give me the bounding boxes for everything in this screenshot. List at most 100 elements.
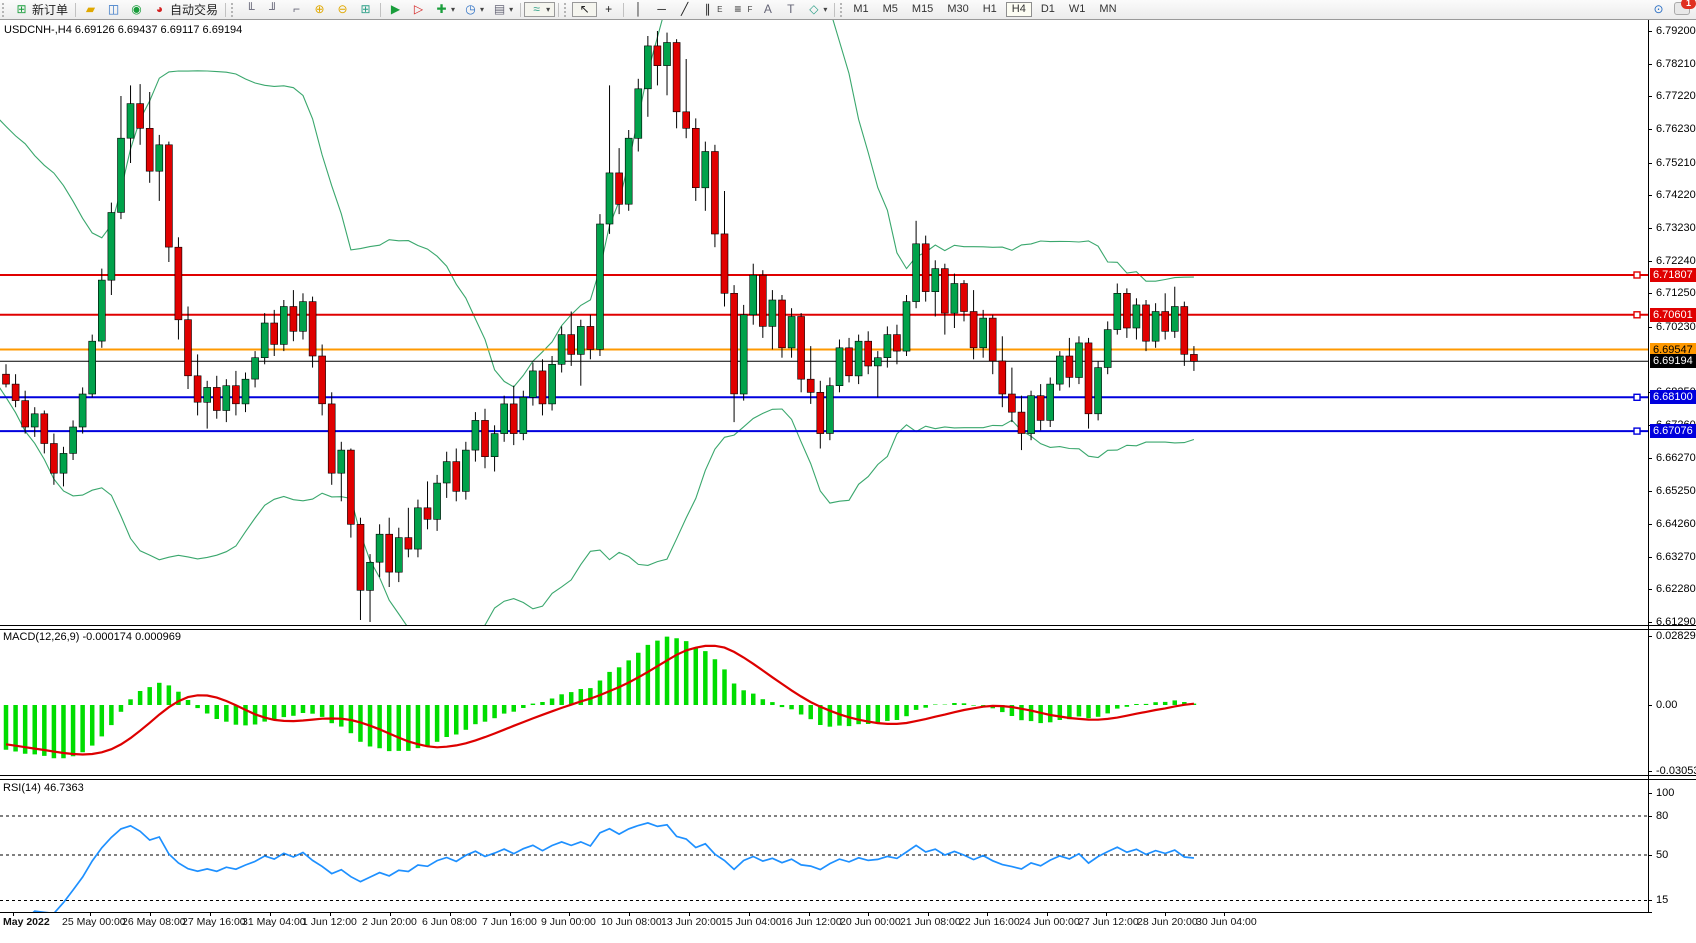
price-tick-label: 6.64260 (1656, 518, 1696, 530)
fibo-tag: F (747, 5, 752, 14)
chart-type-button[interactable]: ≈▾ (524, 2, 555, 17)
styles-button[interactable]: ▰ (79, 1, 102, 18)
crosshair-icon: + (601, 2, 616, 17)
timeframe-h1-button[interactable]: H1 (978, 2, 1002, 17)
caret-down-icon: ▾ (823, 5, 827, 14)
price-tick-label: 6.65250 (1656, 485, 1696, 497)
price-tick-label: 6.74220 (1656, 189, 1696, 201)
terminal-window: ⊞ 新订单 ▰ ◫ ◉ ◕ 自动交易 ╙ ╜ ⌐ ⊕ ⊖ ⊞ ▶ ▷ ✚▾ ◷▾… (0, 0, 1696, 943)
objects-list-button[interactable]: ⌐ (285, 1, 308, 18)
macd-axis-label: -0.030537 (1656, 765, 1696, 777)
zoom-out-button[interactable]: ⊖ (331, 1, 354, 18)
price-tick-label: 6.70230 (1656, 321, 1696, 333)
timeframe-m5-button[interactable]: M5 (878, 2, 903, 17)
price-level-badge: 6.68100 (1650, 390, 1696, 404)
channel-tag: E (717, 5, 722, 14)
signals-button[interactable]: ◉ (125, 1, 148, 18)
notification-badge: 1 (1681, 0, 1696, 9)
toolbar-grip[interactable] (2, 3, 8, 17)
price-tick-label: 6.78210 (1656, 58, 1696, 70)
time-axis-label: 27 May 16:00 (182, 916, 246, 928)
new-order-button[interactable]: ⊞ 新订单 (10, 1, 72, 18)
time-axis-label: 7 Jun 16:00 (482, 916, 537, 928)
fibonacci-tool-button[interactable]: ≡F (726, 1, 756, 18)
price-tick-label: 6.61290 (1656, 616, 1696, 628)
hline-tool-button[interactable]: ─ (650, 1, 673, 18)
data-window-button[interactable]: ╙ (239, 1, 262, 18)
main-toolbar: ⊞ 新订单 ▰ ◫ ◉ ◕ 自动交易 ╙ ╜ ⌐ ⊕ ⊖ ⊞ ▶ ▷ ✚▾ ◷▾… (0, 0, 1696, 20)
periods-button[interactable]: ◷▾ (459, 1, 488, 18)
label-tool-button[interactable]: T (779, 1, 802, 18)
price-tick-label: 6.71250 (1656, 287, 1696, 299)
chart-shift-icon: ▷ (411, 2, 426, 17)
timeframe-w1-button[interactable]: W1 (1064, 2, 1091, 17)
search-icon[interactable]: ⊙ (1651, 2, 1666, 17)
rsi-indicator-label: RSI(14) 46.7363 (3, 782, 84, 794)
time-axis-label: 28 Jun 20:00 (1137, 916, 1198, 928)
add-indicator-button[interactable]: ✚▾ (430, 1, 459, 18)
timeframe-mn-button[interactable]: MN (1094, 2, 1121, 17)
tile-windows-button[interactable]: ⊞ (354, 1, 377, 18)
time-axis-label: 13 Jun 20:00 (661, 916, 722, 928)
vline-tool-button[interactable]: │ (627, 1, 650, 18)
price-tick-label: 6.62280 (1656, 583, 1696, 595)
window-icon: ◫ (106, 2, 121, 17)
time-axis-label: 27 Jun 12:00 (1078, 916, 1139, 928)
auto-scroll-button[interactable]: ▶ (384, 1, 407, 18)
text-icon: A (760, 2, 775, 17)
candlestick-chart[interactable] (0, 20, 1648, 625)
rsi-axis-label: 100 (1656, 787, 1674, 799)
timeframe-d1-button[interactable]: D1 (1036, 2, 1060, 17)
trendline-tool-button[interactable]: ╱ (673, 1, 696, 18)
indicator-list-button[interactable]: ╜ (262, 1, 285, 18)
price-level-badge: 6.70601 (1650, 308, 1696, 322)
text-label-icon: T (783, 2, 798, 17)
axis-chart-icon: ╙ (243, 2, 258, 17)
time-axis-label: 21 Jun 08:00 (900, 916, 961, 928)
panel-resize-divider[interactable] (0, 775, 1696, 780)
timeframe-h4-button[interactable]: H4 (1006, 2, 1032, 17)
new-order-icon: ⊞ (14, 2, 29, 17)
text-tool-button[interactable]: A (756, 1, 779, 18)
timeframe-m1-button[interactable]: M1 (848, 2, 873, 17)
macd-indicator-label: MACD(12,26,9) -0.000174 0.000969 (3, 631, 181, 643)
zoom-in-icon: ⊕ (312, 2, 327, 17)
timeframe-m30-button[interactable]: M30 (942, 2, 973, 17)
chart-title: USDCNH-,H4 6.69126 6.69437 6.69117 6.691… (4, 24, 242, 36)
market-watch-button[interactable]: ◫ (102, 1, 125, 18)
plus-icon: ✚ (434, 2, 449, 17)
zoom-out-icon: ⊖ (335, 2, 350, 17)
timeframe-m15-button[interactable]: M15 (907, 2, 938, 17)
chart-shift-button[interactable]: ▷ (407, 1, 430, 18)
price-level-badge: 6.67076 (1650, 424, 1696, 438)
crosshair-tool-button[interactable]: + (597, 1, 620, 18)
time-axis-label: 31 May 04:00 (242, 916, 306, 928)
zoom-in-button[interactable]: ⊕ (308, 1, 331, 18)
time-axis-label: May 2022 (3, 916, 50, 928)
price-tick-label: 6.63270 (1656, 551, 1696, 563)
notifications-button[interactable]: 1 (1674, 2, 1690, 18)
time-axis-label: 24 Jun 00:00 (1019, 916, 1080, 928)
auto-trading-button[interactable]: ◕ 自动交易 (148, 1, 222, 18)
line-chart-icon: ≈ (529, 2, 544, 17)
templates-button[interactable]: ▤▾ (488, 1, 517, 18)
arrows-tool-button[interactable]: ◇▾ (802, 1, 831, 18)
time-axis-label: 10 Jun 08:00 (601, 916, 662, 928)
channel-tool-button[interactable]: ∥E (696, 1, 726, 18)
time-axis-label: 6 Jun 08:00 (422, 916, 477, 928)
time-axis-label: 26 May 08:00 (122, 916, 186, 928)
price-level-badge: 6.69194 (1650, 354, 1696, 368)
timeframe-toolbar: M1 M5 M15 M30 H1 H4 D1 W1MN (848, 2, 1121, 17)
price-tick-label: 6.66270 (1656, 452, 1696, 464)
template-icon: ▤ (492, 2, 507, 17)
caret-down-icon: ▾ (546, 5, 550, 14)
rsi-panel[interactable] (0, 778, 1648, 912)
shapes-icon: ◇ (806, 2, 821, 17)
caret-down-icon: ▾ (480, 5, 484, 14)
time-axis-label: 22 Jun 16:00 (959, 916, 1020, 928)
time-axis-label: 15 Jun 04:00 (721, 916, 782, 928)
macd-panel[interactable] (0, 628, 1648, 775)
panel-resize-divider[interactable] (0, 625, 1696, 630)
time-axis-label: 9 Jun 00:00 (541, 916, 596, 928)
cursor-tool-button[interactable]: ↖ (572, 2, 597, 17)
